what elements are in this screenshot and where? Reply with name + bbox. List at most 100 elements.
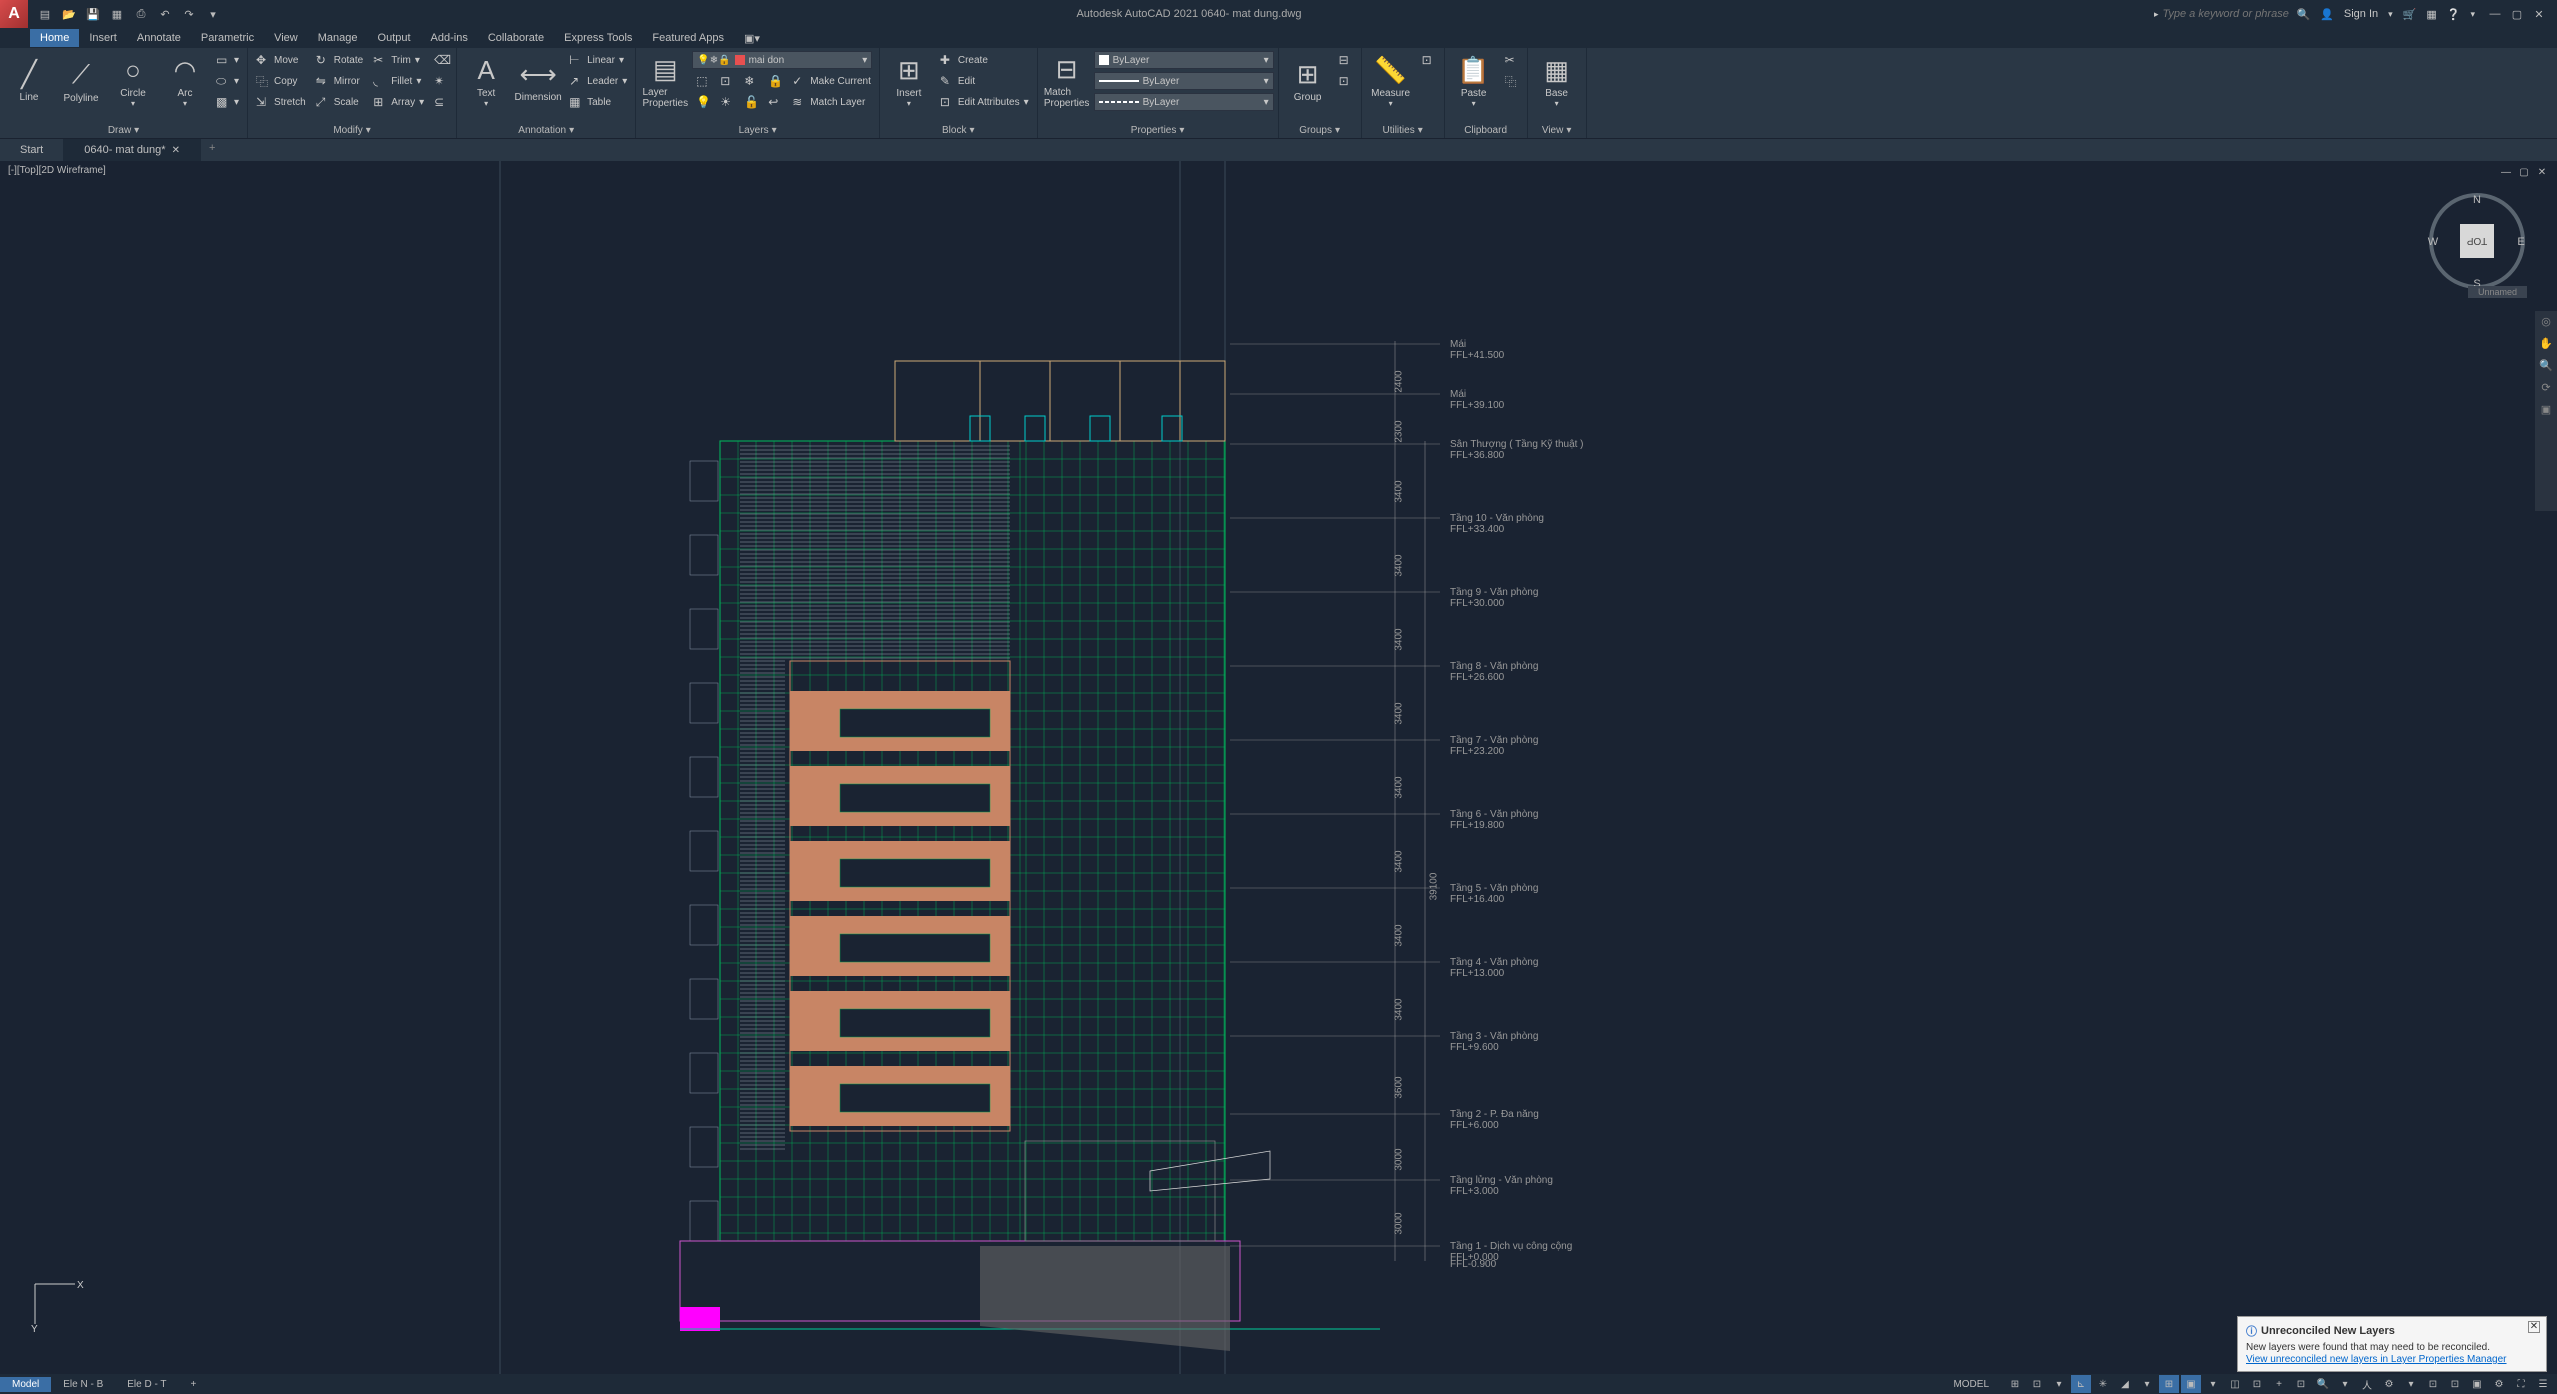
annotation-visibility-icon[interactable]: ⚙ [2379, 1375, 2399, 1393]
infer-toggle-icon[interactable]: ▾ [2049, 1375, 2069, 1393]
annotation-scale-icon[interactable]: 🔍 [2313, 1375, 2333, 1393]
start-tab[interactable]: Start [0, 139, 64, 161]
layer-unlock-icon[interactable]: 🔓 [740, 92, 762, 112]
annotation-monitor-icon[interactable]: ▾ [2335, 1375, 2355, 1393]
hwaccel-icon[interactable]: ⚙ [2489, 1375, 2509, 1393]
line-button[interactable]: ╱Line [4, 50, 54, 112]
close-tab-icon[interactable]: ✕ [172, 145, 180, 156]
qat-save-icon[interactable]: 💾 [82, 3, 104, 25]
cloud-icon[interactable]: ▦ [2426, 8, 2436, 21]
groups-panel-title[interactable]: Groups ▾ [1283, 123, 1357, 138]
minimize-button[interactable]: — [2485, 5, 2505, 23]
account-icon[interactable]: 👤 [2320, 8, 2334, 21]
copy-button[interactable]: ⿻Copy [252, 71, 310, 91]
linetype-dropdown[interactable]: ByLayer▾ [1094, 92, 1274, 112]
cleanscreen-icon[interactable]: ⛶ [2511, 1375, 2531, 1393]
color-dropdown[interactable]: ByLayer▾ [1094, 50, 1274, 70]
transparency-toggle-icon[interactable]: ◫ [2225, 1375, 2245, 1393]
selection-cycling-icon[interactable]: ⊡ [2247, 1375, 2267, 1393]
move-button[interactable]: ✥Move [252, 50, 310, 70]
viewcube[interactable]: TOP N S W E [2427, 191, 2527, 291]
base-view-button[interactable]: ▦Base▾ [1532, 50, 1582, 112]
layout-tab-1[interactable]: Ele N - B [51, 1377, 115, 1392]
units-icon[interactable]: ▾ [2401, 1375, 2421, 1393]
cut-icon[interactable]: ✂ [1501, 50, 1523, 70]
grid-toggle-icon[interactable]: ⊞ [2005, 1375, 2025, 1393]
fillet-button[interactable]: ◟Fillet ▾ [369, 71, 428, 91]
lineweight-toggle-icon[interactable]: ▾ [2203, 1375, 2223, 1393]
lineweight-dropdown[interactable]: ByLayer▾ [1094, 71, 1274, 91]
menu-tab-express-tools[interactable]: Express Tools [554, 29, 642, 47]
layer-state-icon[interactable]: ⬚ [692, 71, 714, 91]
app-store-icon[interactable]: 🛒 [2403, 8, 2417, 21]
help-icon[interactable]: ❔ [2447, 8, 2461, 21]
leader-button[interactable]: ↗Leader ▾ [565, 71, 631, 91]
paste-button[interactable]: 📋Paste▾ [1449, 50, 1499, 112]
layer-dropdown[interactable]: 💡❄🔒mai don▾ [692, 50, 875, 70]
rectangle-button[interactable]: ▭▾ [212, 50, 243, 70]
customize-icon[interactable]: ☰ [2533, 1375, 2553, 1393]
menu-tab-output[interactable]: Output [368, 29, 421, 47]
menu-tab-parametric[interactable]: Parametric [191, 29, 264, 47]
add-layout-tab[interactable]: + [179, 1377, 209, 1392]
menu-tab-home[interactable]: Home [30, 29, 79, 47]
erase-button[interactable]: ⌫ [430, 50, 452, 70]
menu-tab-add-ins[interactable]: Add-ins [421, 29, 478, 47]
app-logo-icon[interactable]: A [0, 0, 28, 28]
nav-wheel-icon[interactable]: ◎ [2537, 315, 2555, 333]
qat-redo-icon[interactable]: ↷ [178, 3, 200, 25]
layer-iso-icon[interactable]: ⊡ [716, 71, 738, 91]
insert-button[interactable]: ⊞Insert▾ [884, 50, 934, 112]
explode-button[interactable]: ✴ [430, 71, 452, 91]
layers-panel-title[interactable]: Layers ▾ [640, 123, 875, 138]
group-button[interactable]: ⊞Group [1283, 50, 1333, 112]
lockui-icon[interactable]: ⊡ [2445, 1375, 2465, 1393]
polyline-button[interactable]: ⟋Polyline [56, 50, 106, 112]
group-edit-icon[interactable]: ⊡ [1335, 71, 1357, 91]
maximize-button[interactable]: ▢ [2507, 5, 2527, 23]
3dosnap-toggle-icon[interactable]: + [2269, 1375, 2289, 1393]
menu-tab-manage[interactable]: Manage [308, 29, 368, 47]
layer-thaw-icon[interactable]: ☀ [716, 92, 738, 112]
isolate-icon[interactable]: ▣ [2467, 1375, 2487, 1393]
ellipse-button[interactable]: ⬭▾ [212, 71, 243, 91]
text-button[interactable]: AText▾ [461, 50, 511, 112]
status-model-label[interactable]: MODEL [1945, 1377, 1997, 1392]
stretch-button[interactable]: ⇲Stretch [252, 92, 310, 112]
qat-open-icon[interactable]: 📂 [58, 3, 80, 25]
circle-button[interactable]: ○Circle▾ [108, 50, 158, 112]
annotation-panel-title[interactable]: Annotation ▾ [461, 123, 631, 138]
edit-attributes-button[interactable]: ⊡Edit Attributes ▾ [936, 92, 1033, 112]
array-button[interactable]: ⊞Array ▾ [369, 92, 428, 112]
qat-plot-icon[interactable]: ⎙ [130, 3, 152, 25]
offset-button[interactable]: ⊆ [430, 92, 452, 112]
add-tab-button[interactable]: + [201, 139, 223, 161]
drawing-canvas[interactable] [0, 161, 2557, 1374]
layer-off-icon[interactable]: 💡 [692, 92, 714, 112]
create-block-button[interactable]: ✚Create [936, 50, 1033, 70]
nav-showmotion-icon[interactable]: ▣ [2537, 403, 2555, 421]
keyword-search-input[interactable] [2162, 8, 2292, 20]
match-properties-button[interactable]: ⊟Match Properties [1042, 50, 1092, 112]
trim-button[interactable]: ✂Trim ▾ [369, 50, 428, 70]
search-chevron-icon[interactable]: ▸ [2154, 9, 2159, 20]
measure-button[interactable]: 📏Measure▾ [1366, 50, 1416, 112]
notification-close-button[interactable]: ✕ [2528, 1321, 2540, 1333]
viewcube-label[interactable]: Unnamed [2468, 286, 2527, 298]
menu-tab-insert[interactable]: Insert [79, 29, 127, 47]
snap-toggle-icon[interactable]: ⊡ [2027, 1375, 2047, 1393]
ungroup-icon[interactable]: ⊟ [1335, 50, 1357, 70]
layout-tab-model[interactable]: Model [0, 1377, 51, 1392]
osnap-toggle-icon[interactable]: ▾ [2137, 1375, 2157, 1393]
hatch-button[interactable]: ▩▾ [212, 92, 243, 112]
chevron-down-icon[interactable]: ▾ [2388, 9, 2393, 20]
menu-tab-view[interactable]: View [264, 29, 308, 47]
utilities-panel-title[interactable]: Utilities ▾ [1366, 123, 1440, 138]
match-layer-button[interactable]: ≋Match Layer [788, 92, 869, 112]
linear-button[interactable]: ⊢Linear ▾ [565, 50, 631, 70]
dimension-button[interactable]: ⟷Dimension [513, 50, 563, 112]
nav-orbit-icon[interactable]: ⟳ [2537, 381, 2555, 399]
qat-undo-icon[interactable]: ↶ [154, 3, 176, 25]
menu-tab-collaborate[interactable]: Collaborate [478, 29, 554, 47]
rotate-button[interactable]: ↻Rotate [312, 50, 367, 70]
